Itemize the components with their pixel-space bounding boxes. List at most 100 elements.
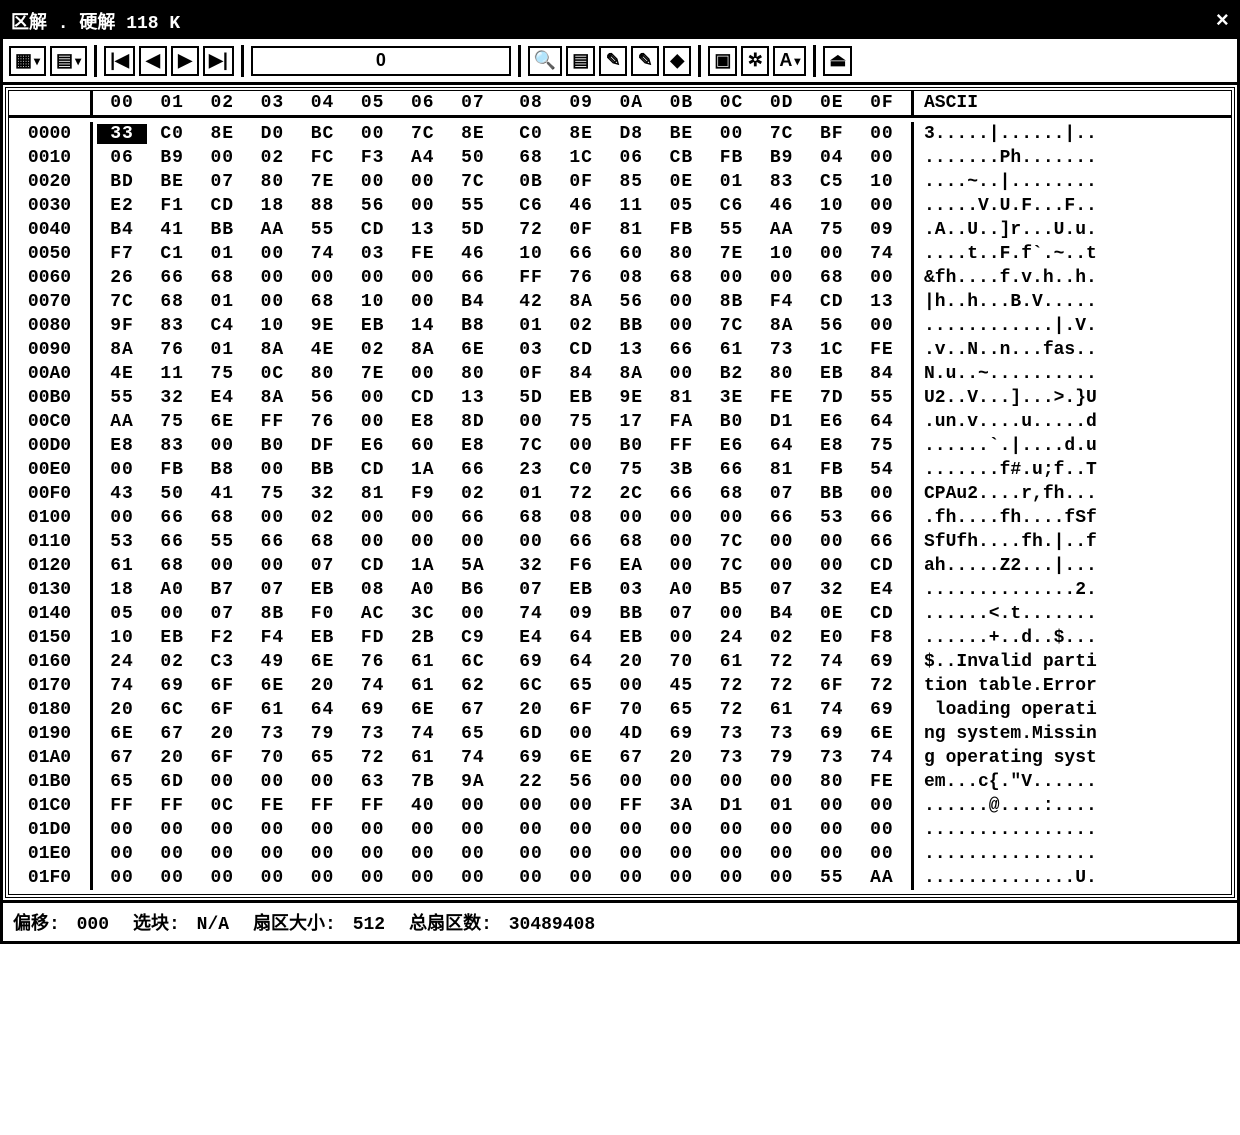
hex-byte[interactable]: 01 bbox=[707, 172, 757, 192]
hex-byte[interactable]: 76 bbox=[348, 652, 398, 672]
hex-byte[interactable]: 00 bbox=[147, 604, 197, 624]
ascii-cell[interactable]: g operating syst bbox=[911, 746, 1231, 770]
hex-byte[interactable]: 7C bbox=[506, 436, 556, 456]
hex-byte[interactable]: 00 bbox=[556, 436, 606, 456]
hex-byte[interactable]: 4E bbox=[97, 364, 147, 384]
hex-byte[interactable]: 00 bbox=[398, 844, 448, 864]
hex-byte[interactable]: 00 bbox=[656, 868, 706, 888]
hex-byte[interactable]: 01 bbox=[197, 340, 247, 360]
hex-byte[interactable]: 62 bbox=[448, 676, 498, 696]
hex-byte[interactable]: 65 bbox=[97, 772, 147, 792]
hex-byte[interactable]: 00 bbox=[97, 508, 147, 528]
hex-byte[interactable]: CD bbox=[348, 220, 398, 240]
hex-byte[interactable]: 02 bbox=[448, 484, 498, 504]
hex-byte[interactable]: 73 bbox=[707, 748, 757, 768]
hex-byte[interactable]: 76 bbox=[298, 412, 348, 432]
hex-byte[interactable]: 72 bbox=[556, 484, 606, 504]
hex-byte[interactable]: A0 bbox=[398, 580, 448, 600]
hex-byte[interactable]: 00 bbox=[857, 148, 907, 168]
hex-byte[interactable]: 7C bbox=[757, 124, 807, 144]
hex-byte[interactable]: 70 bbox=[247, 748, 297, 768]
hex-byte[interactable]: E2 bbox=[97, 196, 147, 216]
hex-byte[interactable]: D0 bbox=[247, 124, 297, 144]
hex-byte[interactable]: FB bbox=[807, 460, 857, 480]
hex-byte[interactable]: 41 bbox=[197, 484, 247, 504]
hex-byte[interactable]: 24 bbox=[707, 628, 757, 648]
hex-byte[interactable]: 7C bbox=[707, 556, 757, 576]
hex-byte[interactable]: 00 bbox=[247, 844, 297, 864]
hex-byte[interactable]: C6 bbox=[506, 196, 556, 216]
hex-byte[interactable]: 00 bbox=[247, 772, 297, 792]
hex-byte[interactable]: 00 bbox=[348, 508, 398, 528]
hex-byte[interactable]: 00 bbox=[857, 124, 907, 144]
hex-byte[interactable]: 1A bbox=[398, 556, 448, 576]
hex-byte[interactable]: 3E bbox=[707, 388, 757, 408]
hex-byte[interactable]: 10 bbox=[857, 172, 907, 192]
hex-byte[interactable]: 69 bbox=[857, 700, 907, 720]
hex-byte[interactable]: B8 bbox=[197, 460, 247, 480]
hex-byte[interactable]: 00 bbox=[348, 532, 398, 552]
hex-byte[interactable]: 00 bbox=[757, 844, 807, 864]
hex-byte[interactable]: E6 bbox=[807, 412, 857, 432]
hex-byte[interactable]: 02 bbox=[147, 652, 197, 672]
hex-byte[interactable]: D1 bbox=[707, 796, 757, 816]
hex-byte[interactable]: 80 bbox=[807, 772, 857, 792]
hex-byte[interactable]: 6E bbox=[448, 340, 498, 360]
hex-byte[interactable]: 00 bbox=[348, 844, 398, 864]
hex-byte[interactable]: 2C bbox=[606, 484, 656, 504]
hex-byte[interactable]: 01 bbox=[506, 484, 556, 504]
hex-byte[interactable]: 4E bbox=[298, 340, 348, 360]
hex-byte[interactable]: 00 bbox=[398, 172, 448, 192]
hex-byte[interactable]: 00 bbox=[398, 532, 448, 552]
hex-byte[interactable]: 1A bbox=[398, 460, 448, 480]
hex-byte[interactable]: 00 bbox=[448, 532, 498, 552]
hex-byte[interactable]: FE bbox=[247, 796, 297, 816]
ascii-cell[interactable]: ..............2. bbox=[911, 578, 1231, 602]
ascii-cell[interactable]: |h..h...B.V..... bbox=[911, 290, 1231, 314]
hex-byte[interactable]: FF bbox=[506, 268, 556, 288]
hex-byte[interactable]: 8A bbox=[556, 292, 606, 312]
hex-byte[interactable]: 00 bbox=[757, 772, 807, 792]
hex-byte[interactable]: BB bbox=[197, 220, 247, 240]
hex-byte[interactable]: EB bbox=[298, 580, 348, 600]
hex-byte[interactable]: 6F bbox=[807, 676, 857, 696]
ascii-cell[interactable]: .......Ph....... bbox=[911, 146, 1231, 170]
hex-byte[interactable]: E0 bbox=[807, 628, 857, 648]
hex-body[interactable]: 000033C08ED0BC007C8EC08ED8BE007CBF003...… bbox=[9, 118, 1231, 894]
hex-byte[interactable]: 00 bbox=[398, 868, 448, 888]
hex-byte[interactable]: F9 bbox=[398, 484, 448, 504]
close-icon[interactable]: × bbox=[1216, 9, 1229, 34]
hex-byte[interactable]: 00 bbox=[656, 292, 706, 312]
hex-byte[interactable]: FF bbox=[247, 412, 297, 432]
hex-byte[interactable]: 00 bbox=[606, 772, 656, 792]
hex-byte[interactable]: 07 bbox=[247, 580, 297, 600]
hex-byte[interactable]: 75 bbox=[606, 460, 656, 480]
hex-byte[interactable]: 00 bbox=[348, 124, 398, 144]
hex-byte[interactable]: BC bbox=[298, 124, 348, 144]
hex-byte[interactable]: 00 bbox=[97, 460, 147, 480]
tool1-icon[interactable]: ✎ bbox=[599, 46, 627, 76]
hex-byte[interactable]: 8B bbox=[707, 292, 757, 312]
hex-byte[interactable]: 84 bbox=[556, 364, 606, 384]
hex-byte[interactable]: 00 bbox=[448, 604, 498, 624]
hex-byte[interactable]: 75 bbox=[556, 412, 606, 432]
hex-byte[interactable]: 55 bbox=[197, 532, 247, 552]
hex-byte[interactable]: 00 bbox=[398, 196, 448, 216]
hex-byte[interactable]: 65 bbox=[448, 724, 498, 744]
hex-byte[interactable]: 7D bbox=[807, 388, 857, 408]
hex-byte[interactable]: 00 bbox=[556, 868, 606, 888]
hex-byte[interactable]: 6D bbox=[147, 772, 197, 792]
hex-byte[interactable]: 61 bbox=[398, 652, 448, 672]
hex-byte[interactable]: 64 bbox=[757, 436, 807, 456]
hex-byte[interactable]: 66 bbox=[707, 460, 757, 480]
ascii-cell[interactable]: .......f#.u;f..T bbox=[911, 458, 1231, 482]
hex-byte[interactable]: 61 bbox=[757, 700, 807, 720]
ascii-cell[interactable]: ..............U. bbox=[911, 866, 1231, 890]
hex-byte[interactable]: 74 bbox=[348, 676, 398, 696]
hex-byte[interactable]: 20 bbox=[147, 748, 197, 768]
hex-byte[interactable]: 06 bbox=[606, 148, 656, 168]
hex-byte[interactable]: 00 bbox=[348, 268, 398, 288]
hex-byte[interactable]: 61 bbox=[247, 700, 297, 720]
hex-byte[interactable]: 20 bbox=[298, 676, 348, 696]
hex-byte[interactable]: 00 bbox=[197, 820, 247, 840]
